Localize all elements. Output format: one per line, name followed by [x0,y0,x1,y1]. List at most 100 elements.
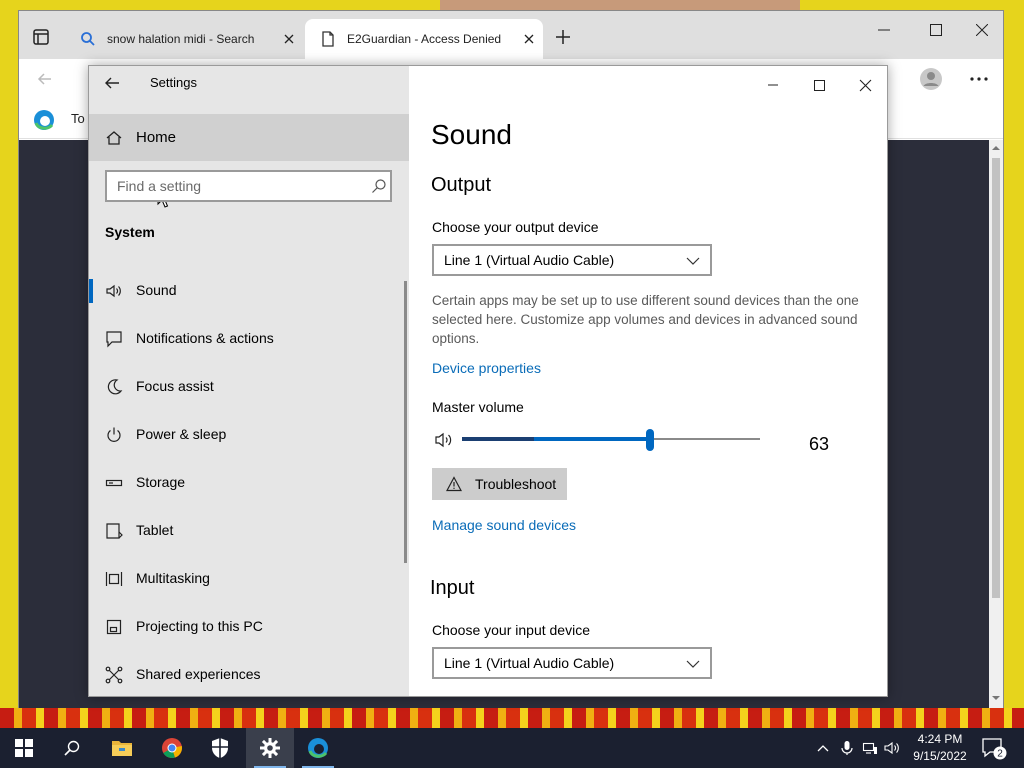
master-volume-label: Master volume [432,399,524,415]
back-arrow-icon[interactable] [35,69,55,89]
storage-icon [105,474,123,492]
volume-icon[interactable] [434,431,454,449]
close-tab-icon[interactable] [275,25,303,53]
warning-icon [446,476,462,492]
settings-search-box[interactable] [105,170,392,202]
clock-date: 9/15/2022 [913,749,967,763]
sidebar-item-notifications[interactable]: Notifications & actions [89,315,409,363]
sidebar-item-label: Multitasking [136,570,210,586]
sidebar-scrollbar[interactable] [404,281,407,563]
troubleshoot-button[interactable]: Troubleshoot [432,468,567,500]
shared-experiences-icon [105,666,123,684]
button-label: Troubleshoot [475,476,557,492]
scrollbar-thumb[interactable] [992,158,1000,598]
taskbar: 4:24 PM 9/15/2022 2 [0,728,1024,768]
sidebar-item-projecting[interactable]: Projecting to this PC [89,603,409,651]
search-icon [79,30,97,48]
notification-count: 2 [997,749,1003,760]
sidebar-item-label: Focus assist [136,378,214,394]
projecting-icon [105,618,123,636]
scroll-up-icon[interactable] [992,144,1000,152]
settings-sidebar: Settings Home System Sound [89,66,409,696]
volume-value: 63 [809,434,830,454]
speaker-icon [105,282,123,300]
file-explorer-icon[interactable] [98,728,146,768]
sidebar-item-label: Sound [136,282,177,298]
master-volume-slider[interactable] [462,429,760,451]
sidebar-item-power-sleep[interactable]: Power & sleep [89,411,409,459]
sidebar-item-label: Projecting to this PC [136,618,263,634]
browser-minimize-icon[interactable] [861,15,907,45]
chrome-icon[interactable] [148,728,196,768]
sidebar-item-shared-experiences[interactable]: Shared experiences [89,651,409,696]
scroll-down-icon[interactable] [992,694,1000,702]
sidebar-item-label: Notifications & actions [136,330,274,346]
search-input[interactable] [107,172,357,200]
sidebar-item-label: Tablet [136,522,174,538]
input-device-dropdown[interactable]: Line 1 (Virtual Audio Cable) [432,647,712,679]
multitasking-icon [105,570,123,588]
maximize-icon[interactable] [797,70,841,100]
device-properties-link[interactable]: Device properties [432,360,541,376]
search-icon[interactable] [371,178,387,194]
microphone-icon[interactable] [839,740,855,756]
notification-center-icon[interactable]: 2 [980,736,1008,762]
profile-icon[interactable] [919,67,943,91]
input-section-heading: Input [430,577,475,599]
security-icon[interactable] [196,728,244,768]
edge-icon[interactable] [294,728,342,768]
new-tab-icon[interactable] [551,25,575,49]
power-icon [105,426,123,444]
page-scrollbar[interactable] [989,140,1003,708]
sidebar-item-sound[interactable]: Sound [89,267,409,315]
output-section-heading: Output [431,174,492,196]
close-tab-icon[interactable] [515,25,543,53]
sidebar-item-label: Shared experiences [136,666,261,682]
browser-tab-search[interactable]: snow halation midi - Search [67,19,303,59]
tab-title: E2Guardian - Access Denied [347,32,502,46]
manage-sound-devices-link[interactable]: Manage sound devices [432,517,576,533]
tab-actions-icon[interactable] [31,27,51,47]
minimize-icon[interactable] [751,70,795,100]
browser-maximize-icon[interactable] [913,15,959,45]
sidebar-item-home[interactable]: Home [89,114,409,208]
browser-close-icon[interactable] [959,15,1005,45]
taskbar-search-icon[interactable] [48,728,96,768]
taskbar-clock[interactable]: 4:24 PM 9/15/2022 [905,731,975,765]
slider-fill-peak [462,437,534,441]
slider-thumb[interactable] [646,429,654,451]
start-icon[interactable] [0,728,48,768]
browser-tab-access-denied[interactable]: E2Guardian - Access Denied [305,19,543,59]
network-icon[interactable] [862,740,878,756]
sidebar-item-focus-assist[interactable]: Focus assist [89,363,409,411]
home-icon [105,129,123,147]
sidebar-item-label: Power & sleep [136,426,227,442]
chevron-up-icon[interactable] [815,740,831,756]
tab-title: snow halation midi - Search [107,32,255,46]
output-device-label: Choose your output device [432,219,599,235]
output-device-dropdown[interactable]: Line 1 (Virtual Audio Cable) [432,244,712,276]
sidebar-item-storage[interactable]: Storage [89,459,409,507]
selection-indicator [89,279,93,303]
edge-icon [33,109,55,131]
notification-icon [105,330,123,348]
more-options-icon[interactable] [967,67,991,91]
sidebar-item-tablet[interactable]: Tablet [89,507,409,555]
wallpaper-detail [440,0,800,10]
clock-time: 4:24 PM [917,732,963,746]
favorites-bar-item[interactable]: To [71,111,85,126]
settings-icon[interactable] [246,728,294,768]
page-title: Sound [431,119,512,150]
category-heading: System [105,224,155,240]
close-icon[interactable] [843,70,887,100]
settings-content: Sound Output Choose your output device L… [409,66,887,696]
chevron-down-icon [686,657,700,671]
tablet-icon [105,522,123,540]
volume-tray-icon[interactable] [884,740,900,756]
sidebar-item-multitasking[interactable]: Multitasking [89,555,409,603]
window-title: Settings [150,75,197,90]
dropdown-value: Line 1 (Virtual Audio Cable) [444,252,615,268]
back-arrow-icon[interactable] [101,72,123,94]
output-description: Certain apps may be set up to use differ… [432,293,859,346]
wallpaper-stripe [0,708,1024,730]
